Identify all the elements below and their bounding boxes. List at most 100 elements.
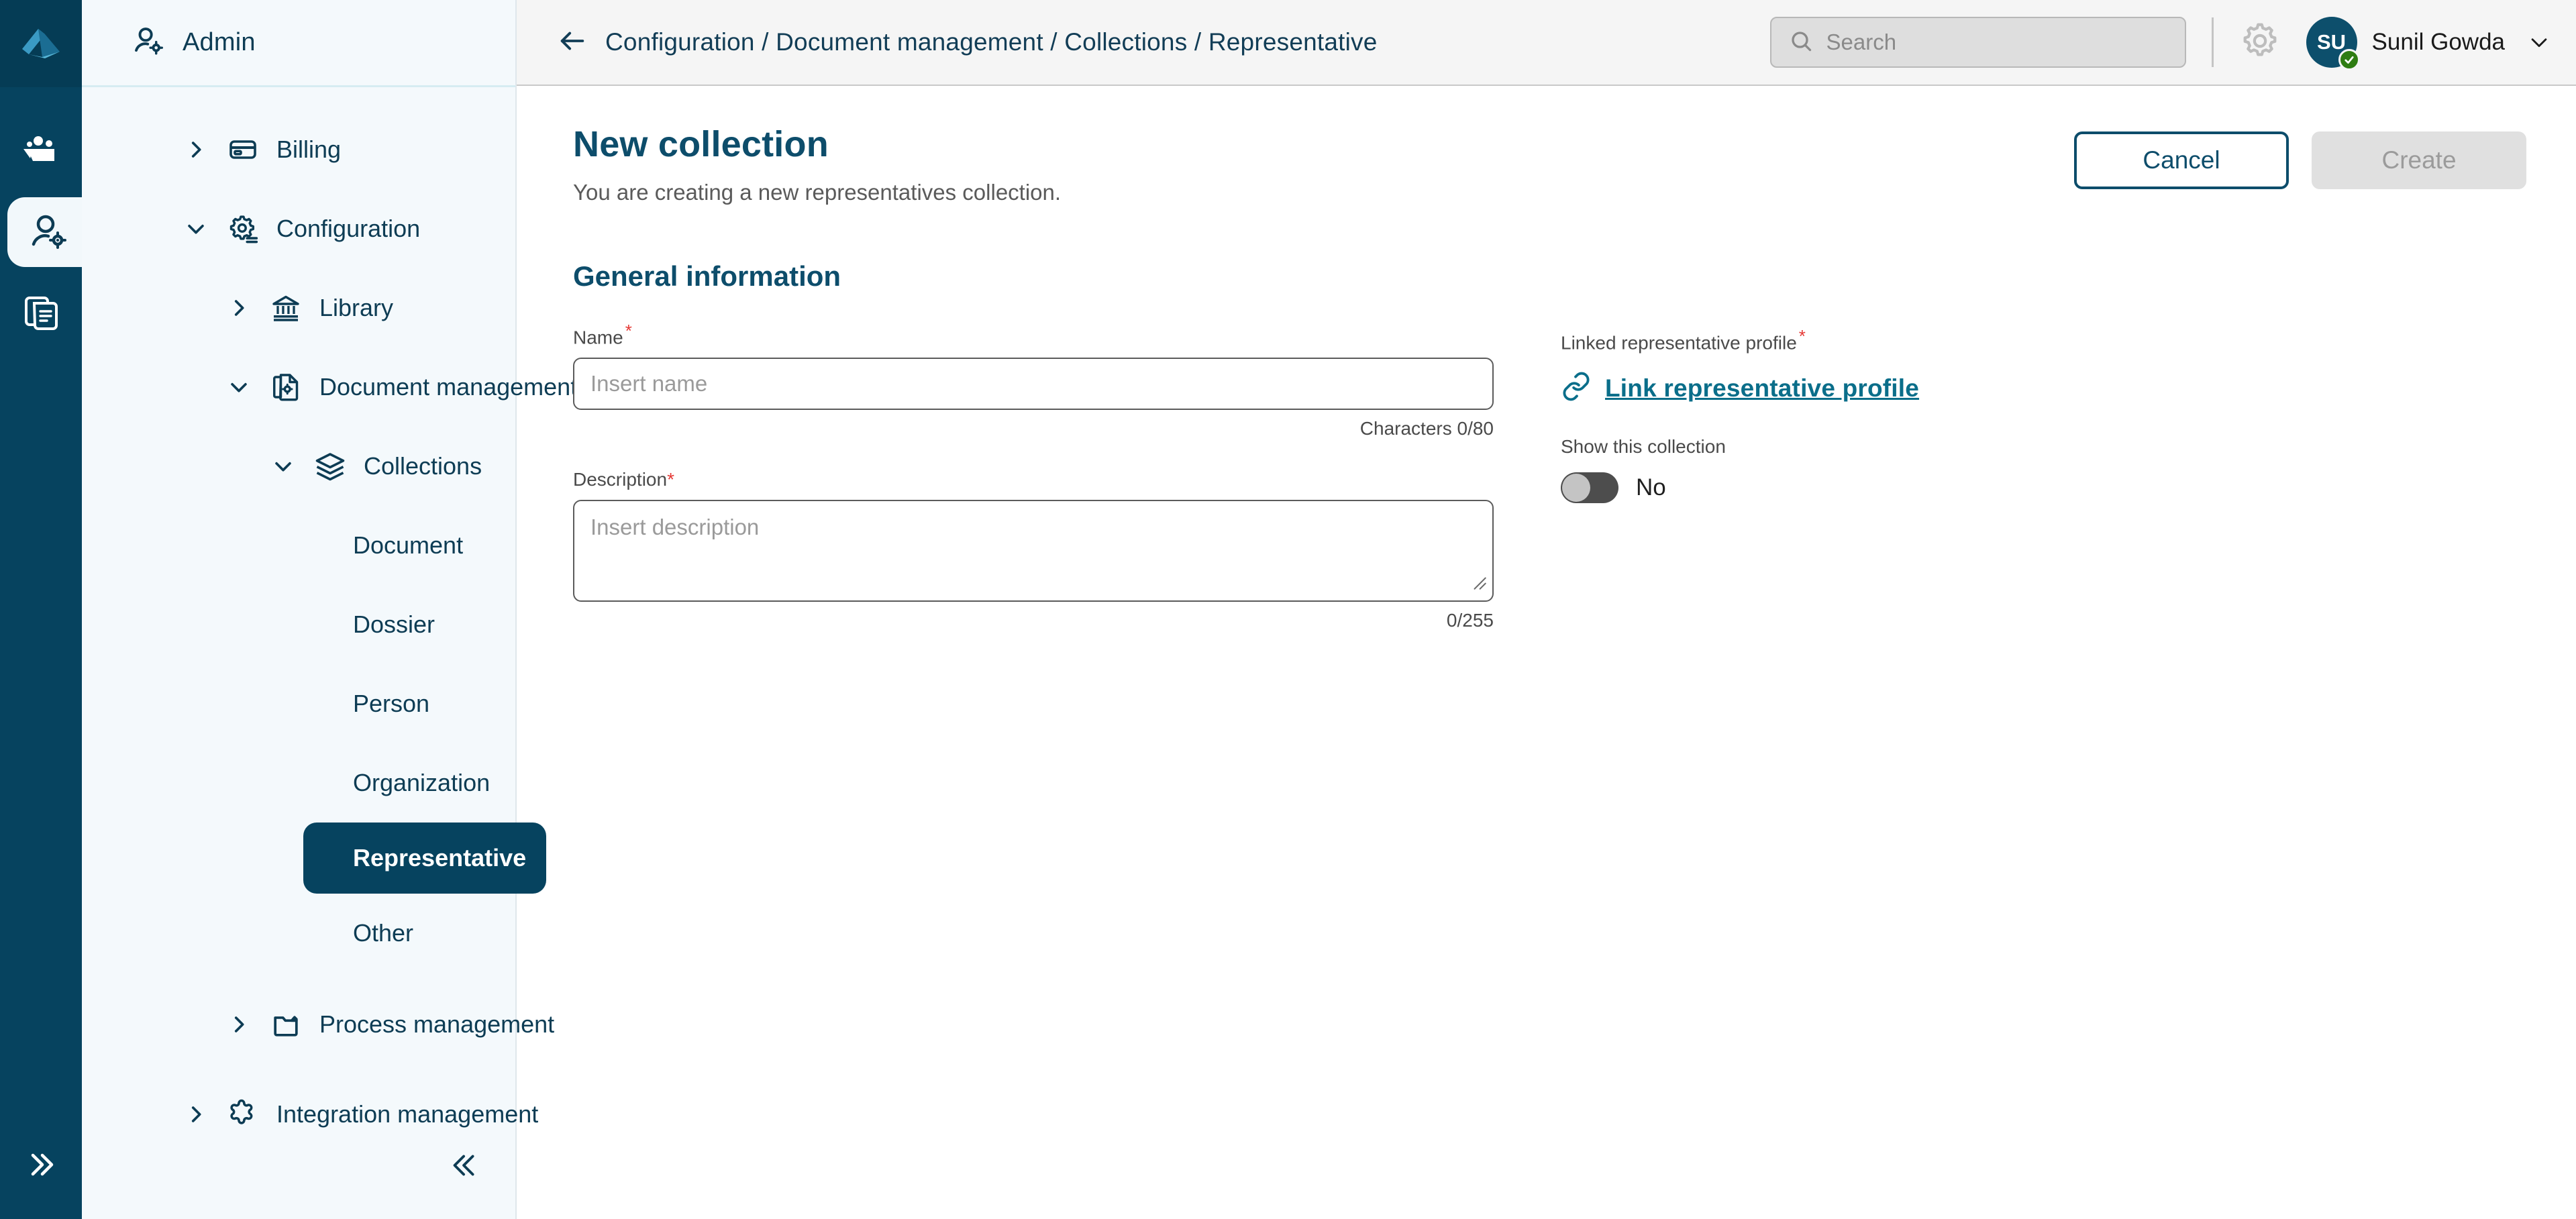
name-label-text: Name (573, 327, 623, 348)
sidebar-item-integration-management[interactable]: Integration management (82, 1075, 538, 1154)
page-header-text: New collection You are creating a new re… (573, 123, 1061, 205)
sidebar-item-document-management[interactable]: Document management (82, 348, 577, 427)
name-input[interactable]: Insert name (573, 358, 1494, 411)
rail-expand-button[interactable] (0, 1146, 82, 1187)
chevron-down-icon[interactable] (183, 217, 209, 240)
app-logo-icon[interactable] (0, 0, 82, 87)
sidebar-collapse-button[interactable] (447, 1147, 483, 1187)
show-collection-toggle-row: No (1561, 472, 2526, 504)
show-collection-group: Show this collection No (1561, 436, 2526, 504)
chevron-right-icon[interactable] (225, 297, 252, 319)
status-badge-online (2338, 49, 2360, 70)
sidebar-item-billing[interactable]: Billing (82, 110, 515, 189)
chevron-down-icon[interactable] (270, 455, 297, 478)
team-folder-icon (19, 129, 62, 172)
sidebar-item-representative[interactable]: Representative (303, 823, 546, 894)
rail-item-teams[interactable] (7, 115, 74, 185)
sidebar-item-organization[interactable]: Organization (82, 743, 515, 823)
linked-profile-label: Linked representative profile * (1561, 326, 2526, 354)
sidebar-item-label: Configuration (276, 215, 421, 242)
settings-button[interactable] (2239, 20, 2281, 65)
admin-user-gear-icon (132, 24, 165, 61)
search-placeholder: Search (1826, 30, 1897, 54)
app-root: Admin Billing Configuration Library Docu… (0, 0, 2576, 1219)
sidebar-nav: Billing Configuration Library Document m… (82, 87, 577, 1154)
link-representative-profile-button[interactable]: Link representative profile (1561, 371, 2526, 405)
chevron-down-icon[interactable] (2528, 31, 2551, 54)
chevron-right-icon[interactable] (183, 1103, 209, 1126)
toolbar-divider (2211, 17, 2214, 67)
toggle-knob (1562, 474, 1590, 502)
page-title: New collection (573, 124, 829, 164)
sidebar-item-collections[interactable]: Collections (82, 427, 515, 506)
required-asterisk: * (625, 321, 632, 341)
document-gear-icon (267, 371, 305, 403)
page-subtitle: You are creating a new representatives c… (573, 180, 1062, 205)
show-collection-toggle[interactable] (1561, 472, 1618, 504)
description-placeholder: Insert description (590, 515, 760, 540)
linked-profile-label-text: Linked representative profile (1561, 332, 1797, 354)
credit-card-icon (224, 134, 262, 166)
top-bar: Configuration / Document management / Co… (517, 0, 2576, 86)
create-button[interactable]: Create (2312, 131, 2526, 189)
description-character-counter: 0/255 (1446, 610, 1494, 631)
rail-item-documents[interactable] (7, 279, 74, 349)
gear-icon (2239, 20, 2281, 65)
sidebar-item-other[interactable]: Other (82, 894, 515, 973)
sidebar-item-dossier[interactable]: Dossier (82, 585, 515, 664)
chevron-right-icon[interactable] (225, 1013, 252, 1036)
chevrons-left-icon (447, 1155, 483, 1186)
search-icon (1789, 29, 1813, 56)
show-collection-value: No (1636, 474, 1666, 501)
icon-rail (0, 0, 89, 1219)
admin-user-gear-icon (27, 211, 70, 254)
name-character-counter: Characters 0/80 (1359, 418, 1494, 439)
user-name: Sunil Gowda (2371, 29, 2505, 55)
sidebar-item-label: Representative (353, 844, 527, 871)
name-field-label: Name * (573, 321, 1494, 348)
sidebar-title: Admin (183, 28, 256, 56)
form-column-right: Linked representative profile * Link repr… (1561, 321, 2526, 631)
cancel-button[interactable]: Cancel (2074, 131, 2289, 189)
arrow-left-icon (557, 25, 588, 60)
rail-item-list (0, 115, 89, 349)
show-collection-label: Show this collection (1561, 436, 1726, 458)
user-menu[interactable]: SU Sunil Gowda (2306, 17, 2551, 70)
required-asterisk: * (1798, 326, 1806, 346)
sidebar-item-label: Integration management (276, 1100, 539, 1128)
avatar: SU (2306, 17, 2360, 70)
sidebar-item-label: Billing (276, 136, 342, 163)
avatar-initials: SU (2317, 30, 2347, 54)
page-actions: Cancel Create (2074, 123, 2526, 189)
documents-icon (21, 294, 61, 334)
chevron-right-icon[interactable] (183, 138, 209, 161)
back-button[interactable] (557, 25, 588, 60)
required-asterisk: * (667, 469, 674, 490)
sidebar-item-document[interactable]: Document (82, 506, 515, 585)
link-representative-profile-label: Link representative profile (1605, 374, 1920, 402)
form-column-left: Name * Insert name Characters 0/80 Descri… (573, 321, 1494, 631)
name-field-group: Name * Insert name Characters 0/80 (573, 321, 1494, 439)
folder-icon (267, 1009, 305, 1040)
sidebar-item-person[interactable]: Person (82, 664, 515, 743)
resize-handle-icon[interactable] (1470, 571, 1488, 596)
search-input[interactable]: Search (1769, 17, 2186, 68)
sidebar-item-configuration[interactable]: Configuration (82, 189, 515, 268)
sidebar-item-label: Person (353, 690, 430, 717)
main-content: Configuration / Document management / Co… (517, 0, 2576, 1219)
name-input-placeholder: Insert name (590, 371, 708, 396)
layers-icon (311, 450, 349, 482)
sidebar: Admin Billing Configuration Library Docu… (82, 0, 577, 1219)
sidebar-item-library[interactable]: Library (82, 268, 515, 348)
description-textarea[interactable]: Insert description (573, 500, 1494, 602)
sidebar-item-label: Collections (364, 452, 482, 480)
bank-icon (267, 292, 305, 324)
form-columns: Name * Insert name Characters 0/80 Descri… (573, 321, 2526, 631)
sidebar-item-process-management[interactable]: Process management (82, 985, 554, 1064)
section-title-general-information: General information (573, 260, 841, 292)
top-bar-right: Search SU Sunil Gowda (1769, 17, 2551, 70)
rail-item-admin[interactable] (7, 197, 89, 267)
chevron-down-icon[interactable] (225, 376, 252, 399)
breadcrumb[interactable]: Configuration / Document management / Co… (605, 28, 1378, 56)
page-header: New collection You are creating a new re… (573, 123, 2526, 205)
